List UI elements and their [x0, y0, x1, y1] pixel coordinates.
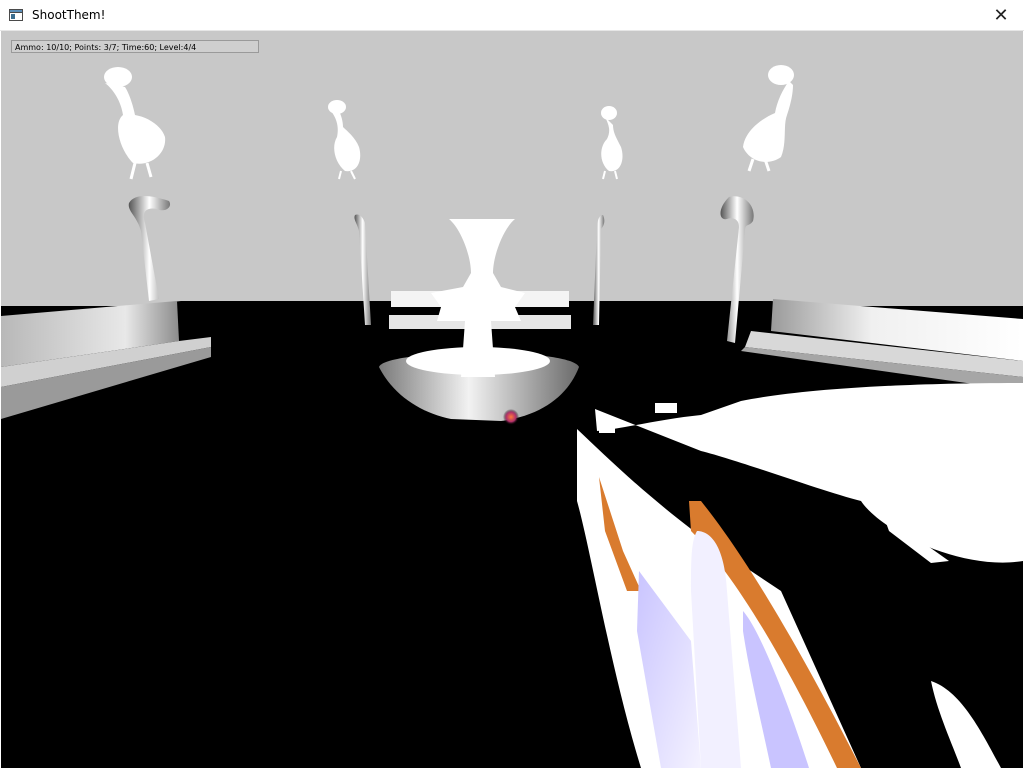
window-title: ShootThem!	[32, 8, 106, 22]
close-icon: ✕	[993, 5, 1009, 26]
back-wall	[1, 31, 1023, 306]
game-viewport[interactable]: Ammo: 10/10; Points: 3/7; Time:60; Level…	[1, 31, 1023, 768]
hud-status-bar: Ammo: 10/10; Points: 3/7; Time:60; Level…	[11, 40, 259, 53]
close-button[interactable]: ✕	[978, 0, 1024, 31]
window-app-icon	[8, 7, 24, 23]
game-scene	[1, 31, 1023, 768]
title-bar: ShootThem! ✕	[0, 0, 1024, 31]
game-window: ShootThem! ✕ Ammo: 10/10; Points: 3/7; T…	[0, 0, 1024, 768]
